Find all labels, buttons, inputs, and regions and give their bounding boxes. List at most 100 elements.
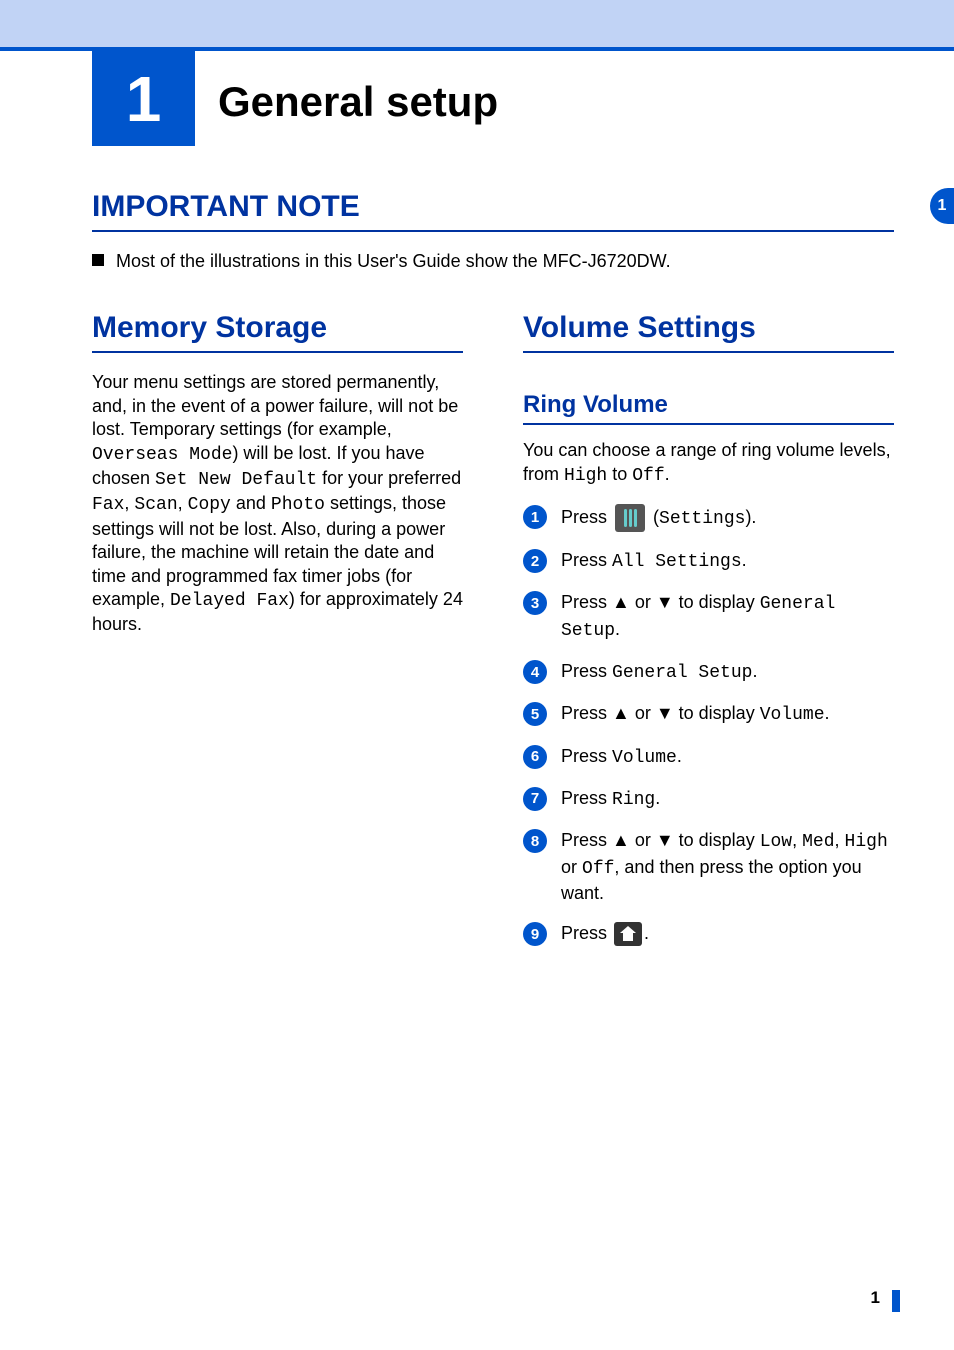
text: .: [655, 788, 660, 808]
text: .: [644, 923, 649, 943]
mono-text: Settings: [659, 509, 745, 529]
chapter-number: 1: [126, 62, 162, 136]
mono-text: Med: [802, 832, 834, 852]
mono-text: Set New Default: [155, 470, 317, 490]
step-6: 6 Press Volume.: [523, 744, 894, 770]
page-number-bar: [892, 1290, 900, 1312]
text: Press: [561, 746, 612, 766]
step-body: Press ▲ or ▼ to display Volume.: [561, 701, 830, 727]
side-tab: 1: [930, 188, 954, 224]
step-body: Press General Setup.: [561, 659, 757, 685]
settings-icon: [615, 504, 645, 532]
mono-text: High: [845, 832, 888, 852]
memory-storage-paragraph: Your menu settings are stored permanentl…: [92, 371, 463, 636]
text: Press: [561, 661, 612, 681]
text: .: [677, 746, 682, 766]
heading-rule: [92, 230, 894, 232]
heading-rule: [92, 351, 463, 353]
ring-volume-heading: Ring Volume: [523, 391, 894, 419]
text: or: [561, 857, 582, 877]
step-body: Press Volume.: [561, 744, 682, 770]
page-number: 1: [871, 1288, 880, 1308]
mono-text: General Setup: [612, 663, 752, 683]
mono-text: Copy: [188, 495, 231, 515]
text: Press: [561, 550, 612, 570]
content-area: IMPORTANT NOTE Most of the illustrations…: [92, 190, 894, 962]
mono-text: Delayed Fax: [170, 591, 289, 611]
important-note-bullet: Most of the illustrations in this User's…: [92, 250, 894, 273]
text: Press ▲ or ▼ to display: [561, 830, 760, 850]
subheading-rule: [523, 423, 894, 425]
text: ).: [745, 507, 756, 527]
mono-text: Off: [582, 859, 614, 879]
mono-text: Ring: [612, 790, 655, 810]
step-1: 1 Press (Settings).: [523, 504, 894, 532]
bullet-icon: [92, 254, 104, 266]
important-note-heading: IMPORTANT NOTE: [92, 190, 894, 224]
step-number: 5: [523, 702, 547, 726]
top-band: [0, 0, 954, 47]
step-4: 4 Press General Setup.: [523, 659, 894, 685]
mono-text: Volume: [760, 705, 825, 725]
text: Press ▲ or ▼ to display: [561, 703, 760, 723]
step-body: Press ▲ or ▼ to display General Setup.: [561, 590, 894, 643]
step-3: 3 Press ▲ or ▼ to display General Setup.: [523, 590, 894, 643]
side-tab-label: 1: [938, 197, 947, 215]
volume-settings-heading: Volume Settings: [523, 311, 894, 345]
mono-text: Scan: [134, 495, 177, 515]
text: .: [752, 661, 757, 681]
text: ,: [178, 493, 188, 513]
step-2: 2 Press All Settings.: [523, 548, 894, 574]
text: Press: [561, 923, 612, 943]
memory-storage-heading: Memory Storage: [92, 311, 463, 345]
step-list: 1 Press (Settings). 2 Press All Settings…: [523, 504, 894, 946]
mono-text: High: [564, 466, 607, 486]
step-number: 7: [523, 787, 547, 811]
mono-text: Off: [632, 466, 664, 486]
text: ,: [835, 830, 845, 850]
step-body: Press .: [561, 921, 649, 946]
left-column: Memory Storage Your menu settings are st…: [92, 311, 463, 962]
heading-rule: [523, 351, 894, 353]
step-9: 9 Press .: [523, 921, 894, 946]
chapter-title: General setup: [218, 78, 498, 126]
text: (: [648, 507, 659, 527]
step-number: 6: [523, 745, 547, 769]
text: for your preferred: [317, 468, 461, 488]
text: Press: [561, 788, 612, 808]
mono-text: Low: [760, 832, 792, 852]
important-note-text: Most of the illustrations in this User's…: [116, 250, 671, 273]
mono-text: Overseas Mode: [92, 445, 232, 465]
step-number: 9: [523, 922, 547, 946]
mono-text: Volume: [612, 748, 677, 768]
step-5: 5 Press ▲ or ▼ to display Volume.: [523, 701, 894, 727]
text: ,: [792, 830, 802, 850]
text: .: [825, 703, 830, 723]
step-number: 4: [523, 660, 547, 684]
text: Your menu settings are stored permanentl…: [92, 372, 458, 439]
text: Press ▲ or ▼ to display: [561, 592, 760, 612]
step-body: Press (Settings).: [561, 504, 756, 532]
text: .: [742, 550, 747, 570]
home-icon: [614, 922, 642, 946]
step-body: Press All Settings.: [561, 548, 747, 574]
ring-volume-intro: You can choose a range of ring volume le…: [523, 439, 894, 488]
text: Press: [561, 507, 612, 527]
text: .: [665, 464, 670, 484]
step-7: 7 Press Ring.: [523, 786, 894, 812]
mono-text: Fax: [92, 495, 124, 515]
right-column: Volume Settings Ring Volume You can choo…: [523, 311, 894, 962]
step-8: 8 Press ▲ or ▼ to display Low, Med, High…: [523, 828, 894, 905]
step-number: 8: [523, 829, 547, 853]
chapter-number-block: 1: [92, 51, 195, 146]
text: ,: [124, 493, 134, 513]
step-body: Press Ring.: [561, 786, 660, 812]
text: .: [615, 619, 620, 639]
mono-text: Photo: [271, 495, 325, 515]
step-number: 2: [523, 549, 547, 573]
step-number: 1: [523, 505, 547, 529]
step-number: 3: [523, 591, 547, 615]
two-column-layout: Memory Storage Your menu settings are st…: [92, 311, 894, 962]
step-body: Press ▲ or ▼ to display Low, Med, High o…: [561, 828, 894, 905]
mono-text: All Settings: [612, 552, 742, 572]
